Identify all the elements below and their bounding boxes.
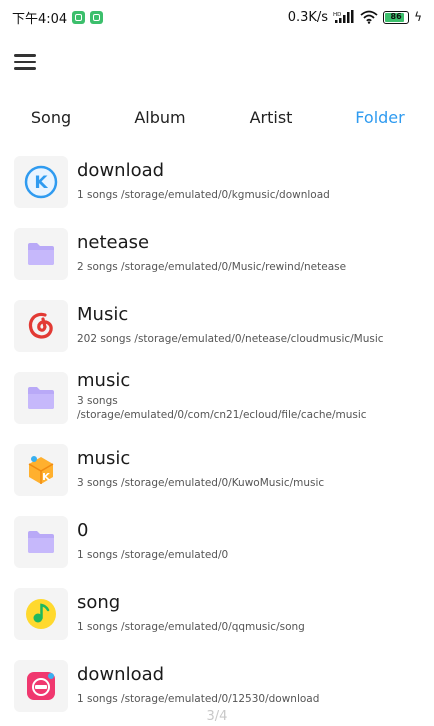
notification-app-icon bbox=[72, 10, 86, 24]
folder-title: netease bbox=[77, 232, 150, 253]
folder-title: 0 bbox=[77, 520, 89, 541]
folder-thumbnail bbox=[14, 300, 68, 352]
folder-subtitle: 3 songs /storage/emulated/0/com/cn21/ecl… bbox=[77, 395, 367, 421]
folder-title: song bbox=[77, 592, 121, 613]
folder-item[interactable]: music 3 songs /storage/emulated/0/com/cn… bbox=[0, 368, 434, 428]
tab-artist[interactable]: Artist bbox=[250, 108, 293, 127]
menu-line bbox=[14, 54, 36, 57]
status-time: 下午4:04 bbox=[12, 11, 68, 27]
tab-song[interactable]: Song bbox=[31, 108, 71, 127]
folder-thumbnail bbox=[14, 660, 68, 712]
folder-subtitle: 1 songs /storage/emulated/0 bbox=[77, 549, 229, 561]
folder-item[interactable]: download 1 songs /storage/emulated/0/125… bbox=[0, 656, 434, 716]
network-speed: 0.3K/s bbox=[287, 9, 329, 25]
folder-title: music bbox=[77, 448, 131, 469]
folder-icon bbox=[28, 531, 54, 553]
folder-subtitle: 2 songs /storage/emulated/0/Music/rewind… bbox=[77, 261, 347, 273]
kugou-app-icon: K bbox=[24, 165, 58, 199]
folder-thumbnail bbox=[14, 516, 68, 568]
folder-item[interactable]: Music 202 songs /storage/emulated/0/nete… bbox=[0, 296, 434, 356]
menu-line bbox=[14, 60, 36, 64]
folder-title: download bbox=[77, 664, 165, 685]
folder-item[interactable]: K download 1 songs /storage/emulated/0/k… bbox=[0, 152, 434, 212]
folder-thumbnail: K bbox=[14, 156, 68, 208]
tab-folder[interactable]: Folder bbox=[355, 108, 404, 127]
kuwo-music-icon: K bbox=[28, 456, 54, 484]
folder-thumbnail: K bbox=[14, 444, 68, 496]
folder-item[interactable]: netease 2 songs /storage/emulated/0/Musi… bbox=[0, 224, 434, 284]
folder-title: download bbox=[77, 160, 165, 181]
folder-subtitle: 202 songs /storage/emulated/0/netease/cl… bbox=[77, 333, 384, 345]
folder-icon bbox=[28, 243, 54, 265]
folder-item[interactable]: K music 3 songs /storage/emulated/0/Kuwo… bbox=[0, 440, 434, 500]
tab-bar: Song Album Artist Folder bbox=[0, 100, 434, 134]
folder-subtitle: 3 songs /storage/emulated/0/KuwoMusic/mu… bbox=[77, 477, 325, 489]
folder-thumbnail bbox=[14, 228, 68, 280]
page-indicator: 3/4 bbox=[206, 709, 228, 724]
folder-thumbnail bbox=[14, 588, 68, 640]
folder-thumbnail bbox=[14, 372, 68, 424]
folder-subtitle: 1 songs /storage/emulated/0/kgmusic/down… bbox=[77, 189, 330, 201]
hamburger-menu-icon[interactable] bbox=[14, 50, 42, 74]
folder-item[interactable]: 0 1 songs /storage/emulated/0 bbox=[0, 512, 434, 572]
svg-text:HD: HD bbox=[333, 12, 341, 18]
folder-title: music bbox=[77, 370, 131, 391]
status-bar: 下午4:04 0.3K/s HD 86 ϟ bbox=[0, 0, 434, 34]
wifi-icon bbox=[360, 10, 378, 24]
charging-icon: ϟ bbox=[414, 10, 422, 24]
status-left: 下午4:04 bbox=[12, 8, 104, 27]
folder-item[interactable]: song 1 songs /storage/emulated/0/qqmusic… bbox=[0, 584, 434, 644]
tab-album[interactable]: Album bbox=[134, 108, 185, 127]
qq-music-icon bbox=[26, 599, 56, 629]
folder-subtitle: 1 songs /storage/emulated/0/12530/downlo… bbox=[77, 693, 320, 705]
migu-music-icon bbox=[27, 672, 55, 700]
folder-icon bbox=[28, 387, 54, 409]
svg-text:K: K bbox=[34, 173, 48, 193]
cellular-signal-icon: HD bbox=[333, 10, 354, 23]
folder-subtitle: 1 songs /storage/emulated/0/qqmusic/song bbox=[77, 621, 305, 633]
status-right: 0.3K/s HD 86 ϟ bbox=[288, 10, 422, 25]
svg-text:K: K bbox=[42, 472, 51, 483]
notification-app-icon bbox=[90, 10, 104, 24]
netease-cloud-music-icon bbox=[28, 312, 53, 339]
menu-line bbox=[14, 67, 36, 70]
folder-title: Music bbox=[77, 304, 129, 325]
battery-level: 86 bbox=[390, 12, 402, 21]
battery-icon: 86 bbox=[383, 10, 410, 24]
